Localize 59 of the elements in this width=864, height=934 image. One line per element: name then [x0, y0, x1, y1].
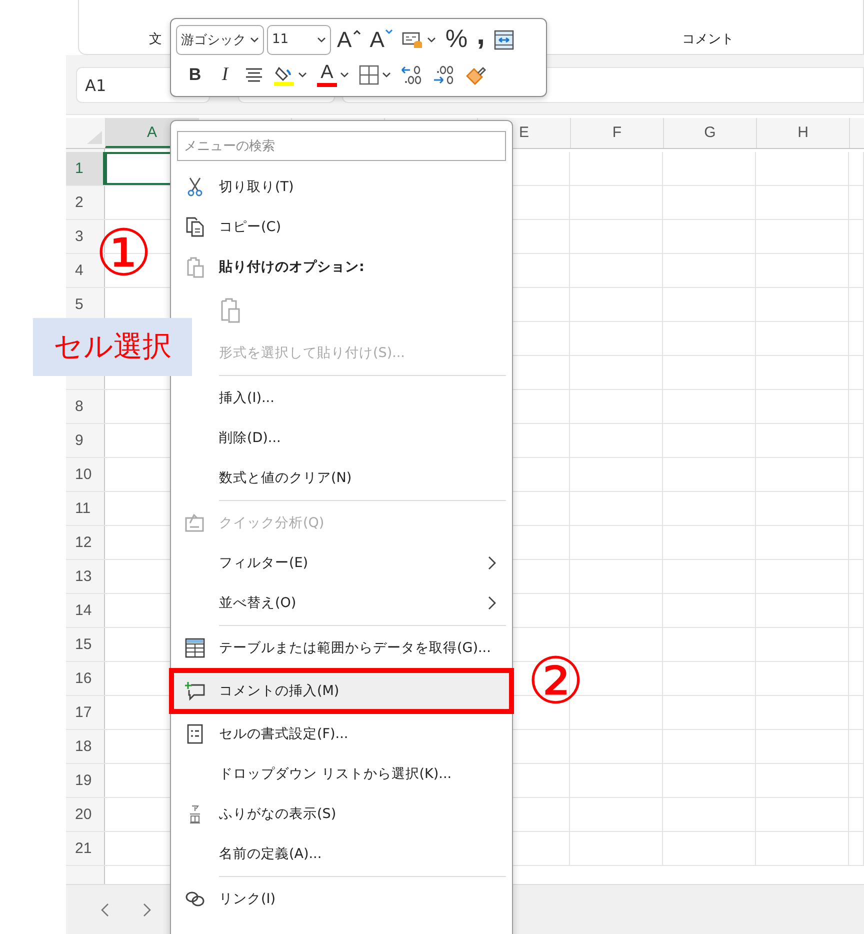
menu-item[interactable]: 削除(D)... — [177, 418, 506, 458]
menu-item[interactable]: 数式と値のクリア(N) — [177, 458, 506, 498]
decrease-decimal-icon — [433, 65, 455, 86]
caret-icon — [340, 72, 349, 78]
ribbon-group-label: 文 — [149, 31, 162, 48]
number-format-icon — [402, 30, 424, 50]
menu-item[interactable]: 切り取り(T) — [177, 167, 506, 207]
font-size-dropdown[interactable]: 11 — [267, 24, 331, 55]
borders-icon — [359, 65, 379, 86]
furigana-icon — [188, 804, 202, 824]
italic-button[interactable]: I — [212, 60, 238, 90]
menu-item[interactable]: 名前の定義(A)... — [177, 834, 506, 874]
clipboard-icon — [185, 256, 205, 278]
font-color-button[interactable]: A — [314, 60, 352, 90]
cell-select-tooltip: セル選択 — [33, 318, 192, 376]
scroll-right-icon[interactable] — [142, 902, 152, 916]
paste-options-heading: 貼り付けのオプション: — [219, 258, 366, 276]
paintbrush-icon — [465, 64, 487, 86]
caret-icon — [250, 36, 259, 43]
link-icon — [185, 891, 205, 907]
menu-item[interactable]: テーブルまたは範囲からデータを取得(G)... — [177, 628, 506, 668]
align-center-icon — [245, 67, 263, 84]
ribbon-group-label: コメント — [682, 31, 734, 48]
quick-analysis-icon — [185, 513, 205, 533]
caret-icon — [427, 36, 436, 43]
caret-up-icon — [352, 28, 361, 35]
new-comment-icon — [184, 681, 206, 701]
grow-font-button[interactable]: A — [334, 24, 364, 55]
column-header[interactable]: G — [663, 118, 756, 148]
increase-decimal-icon — [401, 65, 423, 86]
caret-icon — [317, 36, 326, 43]
caret-icon — [298, 72, 307, 78]
format-cells-icon — [187, 724, 203, 744]
scissors-icon — [187, 177, 203, 197]
scroll-left-icon[interactable] — [100, 902, 110, 916]
font-name-dropdown[interactable]: 游ゴシック — [176, 24, 264, 55]
shrink-font-button[interactable]: A — [366, 24, 396, 55]
menu-item[interactable]: セルの書式設定(F)... — [177, 714, 506, 754]
column-header[interactable]: H — [756, 118, 849, 148]
menu-search-field[interactable]: メニューの検索 — [177, 131, 506, 161]
column-header[interactable]: F — [570, 118, 663, 148]
wrap-text-icon — [494, 30, 514, 50]
menu-item[interactable]: 挿入(I)... — [177, 378, 506, 418]
menu-item[interactable]: コピー(C) — [177, 207, 506, 247]
percent-button[interactable]: % — [442, 24, 471, 55]
table-icon — [185, 638, 205, 658]
menu-item[interactable]: コメントの挿入(M) — [169, 668, 514, 714]
copy-icon — [185, 217, 205, 237]
caret-down-icon — [385, 28, 394, 35]
menu-item[interactable]: ふりがなの表示(S) — [177, 794, 506, 834]
menu-item[interactable]: リンク(I) — [177, 879, 506, 919]
step-number: ② — [527, 646, 584, 718]
row-header[interactable]: 1 — [66, 152, 105, 185]
menu-item[interactable]: ドロップダウン リストから選択(K)... — [177, 754, 506, 794]
caret-icon — [382, 72, 391, 78]
comma-button[interactable]: , — [474, 24, 488, 55]
menu-item[interactable]: 並べ替え(O) — [177, 583, 506, 623]
paint-bucket-icon — [273, 64, 295, 86]
menu-item[interactable]: フィルター(E) — [177, 543, 506, 583]
